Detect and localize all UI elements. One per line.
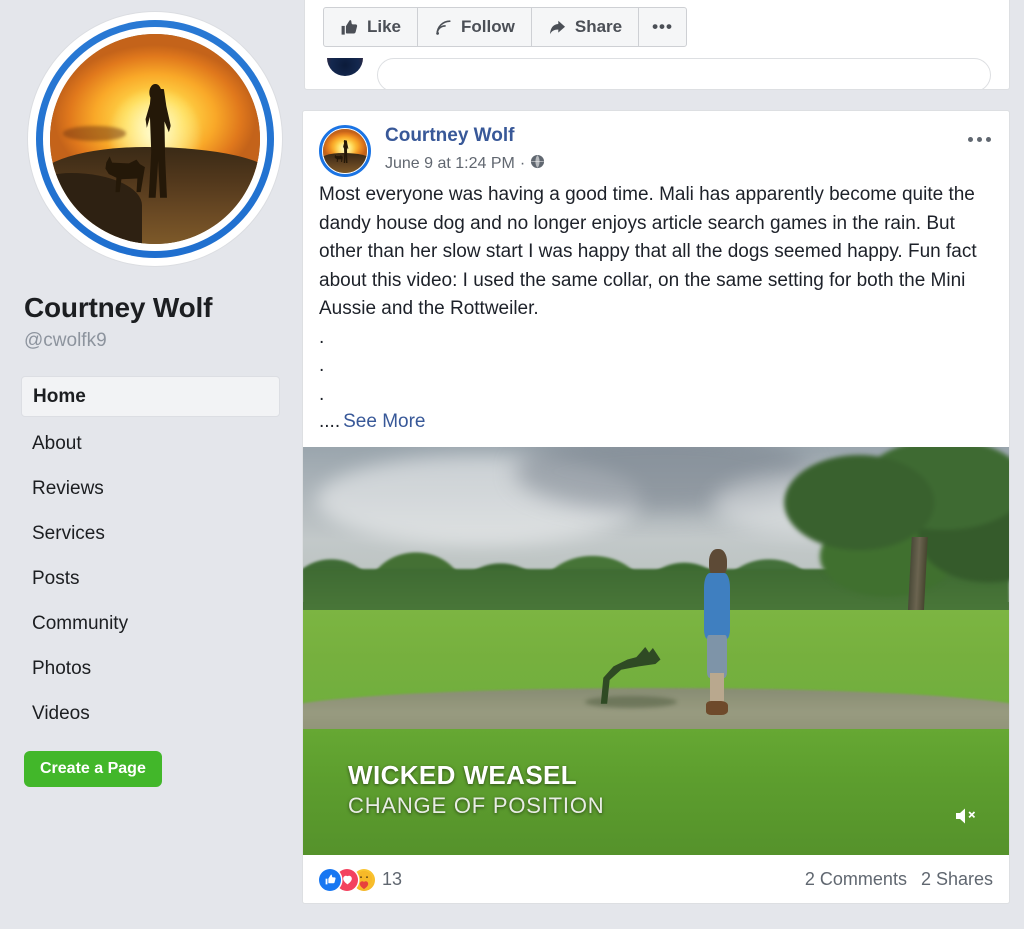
facebook-page-screen: Courtney Wolf @cwolfk9 Home About Review… (0, 0, 1024, 929)
sidebar-item-photos[interactable]: Photos (21, 646, 280, 691)
ellipsis-icon: ••• (652, 17, 673, 36)
video-dog-shadow (585, 695, 678, 709)
sidebar-item-videos[interactable]: Videos (21, 691, 280, 736)
like-icon (319, 868, 341, 891)
sidebar-item-services[interactable]: Services (21, 511, 280, 556)
follow-button-label: Follow (461, 17, 515, 36)
video-person-legs (709, 673, 724, 705)
ellipsis-dot (967, 136, 973, 142)
video-caption-title: WICKED WEASEL (348, 760, 578, 790)
sidebar-item-label: Photos (32, 657, 92, 679)
video-handler-person (702, 549, 733, 716)
rss-icon (434, 18, 453, 37)
shares-count[interactable]: 2 Shares (921, 869, 993, 890)
avatar-image (50, 34, 260, 244)
post-options-button[interactable] (963, 127, 995, 151)
post-message: Most everyone was having a good time. Ma… (303, 181, 1009, 409)
page-profile-photo[interactable] (28, 12, 282, 266)
avatar-person-head (149, 84, 162, 102)
like-button[interactable]: Like (323, 7, 419, 47)
video-mute-toggle[interactable] (949, 803, 983, 833)
page-title: Courtney Wolf (24, 292, 213, 323)
post-counts: 2 Comments 2 Shares (805, 869, 993, 890)
composer-avatar (327, 58, 363, 76)
sidebar-item-label: Reviews (32, 477, 104, 499)
follow-button[interactable]: Follow (417, 7, 532, 47)
speaker-muted-icon (952, 804, 980, 833)
video-caption-overlay: WICKED WEASEL CHANGE OF POSITION (348, 760, 604, 819)
post-dot-line: . (319, 355, 325, 376)
avatar-cloud (62, 126, 126, 142)
more-actions-button[interactable]: ••• (638, 7, 687, 47)
post-avatar-image (323, 129, 367, 173)
sidebar-item-label: Home (33, 385, 86, 407)
page-nav: Home About Reviews Services Posts Commun… (21, 376, 280, 736)
truncation-dots: .... (319, 411, 341, 432)
sidebar-item-label: Community (32, 612, 129, 634)
sidebar-item-home[interactable]: Home (21, 376, 280, 417)
globe-icon (530, 154, 545, 174)
video-person-shirt (703, 573, 731, 639)
comment-composer-strip (304, 58, 1010, 90)
like-button-label: Like (367, 17, 402, 36)
post-author-avatar[interactable] (319, 125, 371, 177)
create-a-page-button[interactable]: Create a Page (24, 751, 162, 787)
reaction-count: 13 (382, 869, 403, 889)
post-meta: June 9 at 1:24 PM · (385, 154, 545, 174)
thumbs-up-icon (340, 18, 359, 37)
sidebar-item-label: About (32, 432, 82, 454)
post-header: Courtney Wolf June 9 at 1:24 PM · (303, 111, 1009, 181)
page-sidebar: Courtney Wolf @cwolfk9 Home About Review… (0, 0, 300, 929)
sidebar-item-about[interactable]: About (21, 421, 280, 466)
video-caption-subtitle: CHANGE OF POSITION (348, 793, 605, 818)
post-reactions[interactable]: 13 (319, 868, 403, 891)
video-person-shoes (706, 700, 728, 716)
ellipsis-dot (985, 136, 991, 142)
sidebar-item-label: Services (32, 522, 105, 544)
post-truncation-row: .... See More (303, 409, 1009, 447)
see-more-link[interactable]: See More (343, 411, 425, 432)
comment-input[interactable] (377, 58, 991, 89)
sidebar-item-community[interactable]: Community (21, 601, 280, 646)
page-main-column: Like Follow Share ••• Courtney Wolf June… (300, 0, 1024, 929)
comments-count[interactable]: 2 Comments (805, 869, 907, 890)
share-arrow-icon (548, 18, 567, 37)
video-person-shorts (706, 635, 728, 678)
share-button-label: Share (574, 17, 623, 36)
meta-separator: · (519, 155, 526, 172)
sidebar-item-label: Posts (32, 567, 80, 589)
page-action-buttons: Like Follow Share ••• (323, 7, 687, 47)
post-footer: 13 2 Comments 2 Shares (303, 855, 1009, 903)
post-video[interactable]: WICKED WEASEL CHANGE OF POSITION (303, 447, 1009, 855)
post-message-text: Most everyone was having a good time. Ma… (319, 184, 977, 319)
post-dot-line: . (319, 326, 325, 348)
post-dot-line: . (319, 383, 325, 405)
post-timestamp[interactable]: June 9 at 1:24 PM (385, 155, 515, 173)
sidebar-item-posts[interactable]: Posts (21, 556, 280, 601)
ellipsis-dot (976, 136, 982, 142)
video-large-tree-canopy (768, 447, 1009, 611)
share-button[interactable]: Share (530, 7, 640, 47)
sidebar-item-label: Videos (32, 702, 90, 724)
page-handle: @cwolfk9 (24, 330, 107, 351)
sidebar-item-reviews[interactable]: Reviews (21, 466, 280, 511)
post-card: Courtney Wolf June 9 at 1:24 PM · Most e… (302, 110, 1010, 904)
post-author-name[interactable]: Courtney Wolf (385, 125, 514, 147)
